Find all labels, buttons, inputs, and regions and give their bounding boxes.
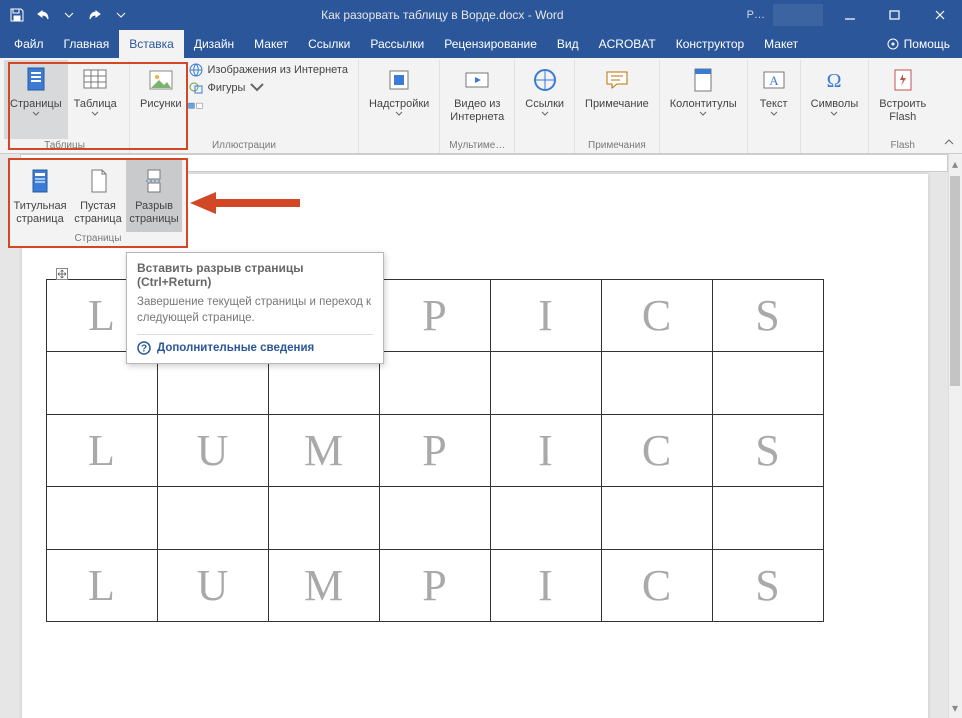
links-button[interactable]: Ссылки bbox=[519, 60, 570, 139]
group-label-tables: Таблицы bbox=[4, 139, 125, 153]
maximize-button[interactable] bbox=[872, 0, 917, 30]
video-icon bbox=[461, 64, 493, 96]
chevron-down-icon bbox=[249, 80, 265, 96]
tab-design[interactable]: Дизайн bbox=[184, 30, 244, 58]
menu-bar: Файл Главная Вставка Дизайн Макет Ссылки… bbox=[0, 30, 962, 58]
page-break-icon bbox=[138, 166, 170, 198]
page-icon bbox=[20, 64, 52, 96]
scroll-thumb[interactable] bbox=[950, 176, 960, 386]
scroll-up-button[interactable]: ▴ bbox=[948, 156, 962, 172]
svg-text:?: ? bbox=[141, 344, 147, 355]
group-label-illustrations: Иллюстрации bbox=[134, 139, 354, 153]
omega-icon: Ω bbox=[818, 64, 850, 96]
illustrations-more[interactable] bbox=[188, 98, 348, 114]
undo-button[interactable] bbox=[30, 1, 56, 29]
table-row: LUMPICS bbox=[47, 415, 824, 487]
close-button[interactable] bbox=[917, 0, 962, 30]
help-icon: ? bbox=[137, 341, 151, 355]
cover-page-icon bbox=[24, 166, 56, 198]
user-account[interactable] bbox=[773, 4, 823, 26]
link-icon bbox=[529, 64, 561, 96]
tooltip-more-link[interactable]: ? Дополнительные сведения bbox=[137, 334, 373, 355]
headers-button[interactable]: Колонтитулы bbox=[664, 60, 743, 139]
svg-text:Ω: Ω bbox=[827, 70, 842, 92]
table-icon bbox=[79, 64, 111, 96]
annotation-arrow bbox=[190, 190, 300, 216]
vertical-scrollbar[interactable]: ▴ ▾ bbox=[948, 154, 962, 718]
blank-page-icon bbox=[82, 166, 114, 198]
tab-insert[interactable]: Вставка bbox=[119, 30, 184, 58]
table-row: LUMPICS bbox=[47, 550, 824, 622]
comment-button[interactable]: Примечание bbox=[579, 60, 655, 139]
blank-page-button[interactable]: Пустая страница bbox=[70, 160, 126, 232]
globe-icon bbox=[188, 62, 204, 78]
user-prefix: Р… bbox=[747, 9, 769, 21]
shapes-button[interactable]: Фигуры bbox=[188, 80, 348, 96]
tab-home[interactable]: Главная bbox=[54, 30, 120, 58]
chevron-down-icon bbox=[770, 111, 778, 117]
help-label: Помощь bbox=[904, 37, 950, 51]
redo-button[interactable] bbox=[82, 1, 108, 29]
chevron-down-icon bbox=[91, 111, 99, 117]
window-controls bbox=[827, 0, 962, 30]
group-label-flash: Flash bbox=[873, 139, 932, 153]
tab-view[interactable]: Вид bbox=[547, 30, 589, 58]
tab-references[interactable]: Ссылки bbox=[298, 30, 360, 58]
table-move-handle[interactable] bbox=[56, 268, 68, 280]
save-button[interactable] bbox=[4, 1, 30, 29]
text-button[interactable]: A Текст bbox=[752, 60, 796, 139]
page-break-button[interactable]: Разрыв страницы bbox=[126, 160, 182, 232]
tab-file[interactable]: Файл bbox=[4, 30, 54, 58]
collapse-ribbon-button[interactable] bbox=[940, 133, 958, 151]
ribbon: Страницы Таблица Таблицы Рисунки Изо bbox=[0, 58, 962, 154]
tooltip: Вставить разрыв страницы (Ctrl+Return) З… bbox=[126, 252, 384, 364]
online-video-button[interactable]: Видео из Интернета bbox=[444, 60, 510, 139]
pictures-button[interactable]: Рисунки bbox=[134, 60, 188, 139]
comment-icon bbox=[601, 64, 633, 96]
picture-icon bbox=[145, 64, 177, 96]
tab-mailings[interactable]: Рассылки bbox=[360, 30, 434, 58]
symbols-button[interactable]: Ω Символы bbox=[805, 60, 865, 139]
table-row bbox=[47, 487, 824, 550]
shapes-icon bbox=[188, 80, 204, 96]
group-label-media: Мультиме… bbox=[444, 139, 510, 153]
qat-customize[interactable] bbox=[108, 1, 134, 29]
chevron-down-icon bbox=[32, 111, 40, 117]
tooltip-body: Завершение текущей страницы и переход к … bbox=[137, 295, 373, 326]
pages-button[interactable]: Страницы bbox=[4, 60, 68, 139]
tab-acrobat[interactable]: ACROBAT bbox=[589, 30, 666, 58]
flash-button[interactable]: Встроить Flash bbox=[873, 60, 932, 139]
chevron-down-icon bbox=[699, 111, 707, 117]
addins-button[interactable]: Надстройки bbox=[363, 60, 435, 139]
addins-icon bbox=[383, 64, 415, 96]
window-title: Как разорвать таблицу в Ворде.docx - Wor… bbox=[138, 8, 747, 22]
title-bar: Как разорвать таблицу в Ворде.docx - Wor… bbox=[0, 0, 962, 30]
svg-text:A: A bbox=[769, 73, 779, 88]
chevron-down-icon bbox=[541, 111, 549, 117]
tab-table-layout[interactable]: Макет bbox=[754, 30, 808, 58]
group-label-pages: Страницы bbox=[10, 232, 186, 246]
tooltip-title: Вставить разрыв страницы (Ctrl+Return) bbox=[137, 261, 373, 289]
scroll-down-button[interactable]: ▾ bbox=[948, 700, 962, 716]
header-icon bbox=[687, 64, 719, 96]
online-pictures-button[interactable]: Изображения из Интернета bbox=[188, 62, 348, 78]
tab-layout[interactable]: Макет bbox=[244, 30, 298, 58]
tab-table-design[interactable]: Конструктор bbox=[666, 30, 754, 58]
pages-dropdown-panel: Титульная страница Пустая страница Разры… bbox=[8, 158, 188, 248]
more-row-icon bbox=[188, 98, 204, 114]
minimize-button[interactable] bbox=[827, 0, 872, 30]
cover-page-button[interactable]: Титульная страница bbox=[10, 160, 70, 232]
group-label-comments: Примечания bbox=[579, 139, 655, 153]
quick-access-toolbar bbox=[0, 1, 138, 29]
undo-dropdown[interactable] bbox=[56, 1, 82, 29]
table-button[interactable]: Таблица bbox=[68, 60, 123, 139]
chevron-down-icon bbox=[830, 111, 838, 117]
tell-me[interactable]: Помощь bbox=[874, 30, 962, 58]
textbox-icon: A bbox=[758, 64, 790, 96]
tab-review[interactable]: Рецензирование bbox=[434, 30, 547, 58]
chevron-down-icon bbox=[395, 111, 403, 117]
flash-icon bbox=[887, 64, 919, 96]
